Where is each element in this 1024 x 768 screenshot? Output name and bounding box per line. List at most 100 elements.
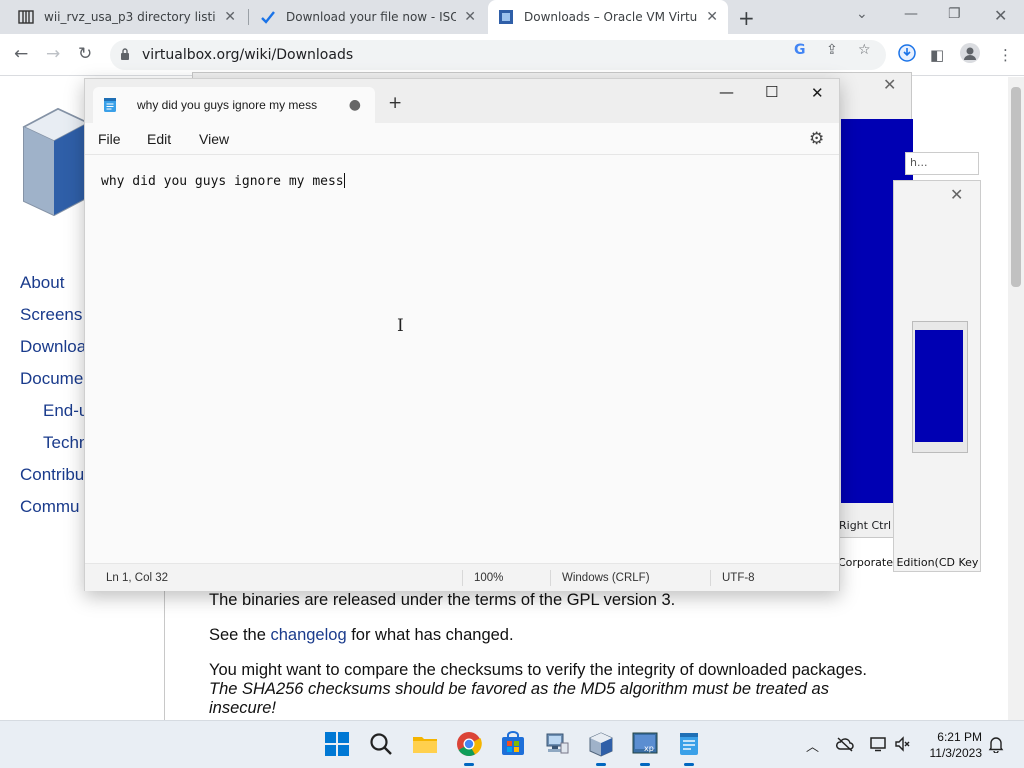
vm-xp-icon[interactable]: xp <box>632 731 658 766</box>
browser-tab-wii-listing[interactable]: wii_rvz_usa_p3 directory listing ✕ <box>8 0 246 34</box>
lock-icon <box>120 47 130 63</box>
browser-tab-virtualbox[interactable]: Downloads – Oracle VM VirtualB ✕ <box>488 0 728 34</box>
menu-file[interactable]: File <box>98 131 121 147</box>
settings-gear-icon[interactable]: ⚙ <box>809 129 824 149</box>
new-tab-button[interactable]: + <box>738 6 755 30</box>
content-divider <box>164 587 165 720</box>
browser-tab-strip: wii_rvz_usa_p3 directory listing ✕ Downl… <box>0 0 1024 34</box>
editor-text-line: why did you guys ignore my mess <box>101 173 345 189</box>
close-icon[interactable]: ✕ <box>950 185 963 204</box>
nav-link-screenshots[interactable]: Screens <box>20 305 82 325</box>
text-caret <box>343 173 345 188</box>
address-bar[interactable]: virtualbox.org/wiki/Downloads <box>110 40 886 70</box>
close-window-icon[interactable]: ✕ <box>994 6 1007 25</box>
share-icon[interactable]: ⇪ <box>826 42 838 58</box>
ibeam-cursor-icon: I <box>397 316 404 336</box>
changelog-prefix: See the <box>209 626 271 644</box>
changelog-link[interactable]: changelog <box>270 626 346 644</box>
install-dialog-text: Corporate Edition(CD Key <box>838 556 979 569</box>
svg-text:xp: xp <box>644 744 654 753</box>
close-icon[interactable]: ✕ <box>706 9 718 25</box>
menu-view[interactable]: View <box>199 131 229 147</box>
archive-icon <box>18 9 34 25</box>
nav-link-technical-docs[interactable]: Techn <box>43 433 88 453</box>
minimize-icon[interactable]: — <box>904 6 918 22</box>
notepad-taskbar-icon[interactable] <box>676 731 702 766</box>
checksums-paragraph: You might want to compare the checksums … <box>209 661 867 679</box>
status-separator <box>550 570 551 586</box>
windows-taskbar: xp ︿ 6:21 PM 11/3/2023 <box>0 720 1024 768</box>
virtualbox-logo <box>18 97 90 217</box>
bookmark-star-icon[interactable]: ☆ <box>858 42 871 58</box>
restore-icon[interactable]: ❐ <box>948 6 961 22</box>
tab-search-icon[interactable]: ⌄ <box>856 6 868 22</box>
chrome-icon[interactable] <box>456 731 482 766</box>
page-scrollbar[interactable] <box>1008 77 1024 720</box>
zoom-level[interactable]: 100% <box>474 572 503 584</box>
notepad-titlebar[interactable]: why did you guys ignore my mess ● + — ☐ … <box>85 79 839 123</box>
system-clock[interactable]: 6:21 PM 11/3/2023 <box>922 729 983 761</box>
nav-link-about[interactable]: About <box>20 273 64 293</box>
minimize-icon[interactable]: — <box>719 83 734 101</box>
clock-time: 6:21 PM <box>937 730 982 744</box>
volume-muted-icon[interactable] <box>894 736 910 756</box>
notepad-statusbar: Ln 1, Col 32 100% Windows (CRLF) UTF-8 <box>85 563 839 591</box>
clock-date: 11/3/2023 <box>929 746 983 760</box>
encoding[interactable]: UTF-8 <box>722 572 755 584</box>
show-hidden-icons-icon[interactable]: ︿ <box>806 736 819 755</box>
forward-icon[interactable]: → <box>46 44 60 64</box>
vbox-search-field[interactable]: h... <box>905 152 979 175</box>
browser-tab-isoriv[interactable]: Download your file now - ISORIV ✕ <box>250 0 486 34</box>
notification-bell-icon[interactable] <box>988 736 1004 757</box>
close-icon[interactable]: ✕ <box>224 9 236 25</box>
close-icon[interactable]: ✕ <box>811 84 824 102</box>
vm-preview-thumbnail <box>912 321 968 453</box>
start-menu-icon[interactable] <box>324 731 350 757</box>
network-computer-icon[interactable] <box>544 731 570 757</box>
line-ending[interactable]: Windows (CRLF) <box>562 572 650 584</box>
profile-avatar-icon[interactable] <box>960 43 980 67</box>
close-icon[interactable]: ✕ <box>883 75 896 94</box>
notepad-menubar: File Edit View ⚙ <box>85 123 839 155</box>
nav-link-end-user-docs[interactable]: End-u <box>43 401 88 421</box>
google-lens-icon[interactable]: G <box>794 42 806 58</box>
browser-toolbar: ← → ↻ virtualbox.org/wiki/Downloads G ⇪ … <box>0 34 1024 76</box>
status-separator <box>462 570 463 586</box>
side-panel-icon[interactable]: ◧ <box>930 46 944 64</box>
reload-icon[interactable]: ↻ <box>78 44 92 64</box>
install-dialog-window: ✕ <box>893 180 981 572</box>
nav-link-community[interactable]: Commu <box>20 497 80 517</box>
vm-preview-screen <box>915 330 963 442</box>
network-icon[interactable] <box>870 736 888 756</box>
cloud-sync-off-icon[interactable] <box>836 736 854 756</box>
nav-link-downloads[interactable]: Downloa <box>20 337 86 357</box>
notepad-tab[interactable]: why did you guys ignore my mess ● <box>93 87 375 123</box>
cursor-position: Ln 1, Col 32 <box>106 572 169 584</box>
search-icon[interactable] <box>368 731 394 757</box>
back-icon[interactable]: ← <box>14 44 28 64</box>
close-icon[interactable]: ✕ <box>464 9 476 25</box>
unsaved-indicator-icon[interactable]: ● <box>349 97 361 113</box>
scrollbar-thumb[interactable] <box>1011 87 1021 287</box>
notepad-window: why did you guys ignore my mess ● + — ☐ … <box>84 78 840 591</box>
virtualbox-icon[interactable] <box>588 731 614 766</box>
checkmark-icon <box>260 9 276 25</box>
status-separator <box>710 570 711 586</box>
tab-title: Downloads – Oracle VM VirtualB <box>524 10 699 24</box>
tab-title: wii_rvz_usa_p3 directory listing <box>44 10 217 24</box>
notepad-icon <box>103 97 117 113</box>
url-text: virtualbox.org/wiki/Downloads <box>142 47 354 63</box>
editor-content: why did you guys ignore my mess <box>101 174 344 189</box>
menu-edit[interactable]: Edit <box>147 131 171 147</box>
nav-link-contribute[interactable]: Contribu <box>20 465 84 485</box>
file-explorer-icon[interactable] <box>412 731 438 757</box>
browser-menu-icon[interactable]: ⋮ <box>998 46 1013 64</box>
download-icon[interactable] <box>898 44 916 66</box>
gpl-paragraph: The binaries are released under the term… <box>209 591 676 609</box>
changelog-paragraph: See the changelog for what has changed. <box>209 626 514 645</box>
microsoft-store-icon[interactable] <box>500 731 526 757</box>
maximize-icon[interactable]: ☐ <box>765 83 778 101</box>
notepad-text-area[interactable]: why did you guys ignore my mess I <box>85 156 839 560</box>
new-notepad-tab-button[interactable]: + <box>388 93 402 113</box>
nav-link-documentation[interactable]: Docume <box>20 369 83 389</box>
